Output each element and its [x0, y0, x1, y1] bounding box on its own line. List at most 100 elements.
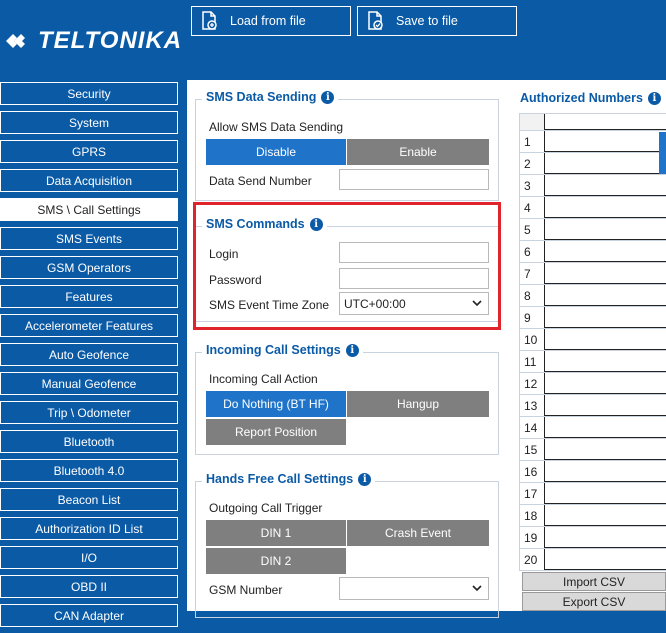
- row-number: 10: [520, 329, 544, 350]
- sidebar-item-system[interactable]: System: [0, 111, 178, 134]
- import-csv-button[interactable]: Import CSV: [522, 572, 666, 591]
- row-number: 20: [520, 549, 544, 570]
- load-from-file-button[interactable]: Load from file: [191, 6, 351, 36]
- number-cell[interactable]: [544, 307, 666, 328]
- number-cell[interactable]: [544, 329, 666, 350]
- sidebar-item-features[interactable]: Features: [0, 285, 178, 308]
- row-number: 7: [520, 263, 544, 284]
- authorized-numbers-title-text: Authorized Numbers: [520, 91, 643, 105]
- sidebar-nav: Security System GPRS Data Acquisition SM…: [0, 82, 178, 633]
- sidebar-item-auto-geofence[interactable]: Auto Geofence: [0, 343, 178, 366]
- report-position-option[interactable]: Report Position: [206, 419, 346, 445]
- number-cell[interactable]: [544, 439, 666, 460]
- number-cell[interactable]: [544, 197, 666, 218]
- gsm-number-select[interactable]: [339, 577, 489, 600]
- teltonika-logo: TELTONIKA: [4, 26, 182, 56]
- sidebar-item-security[interactable]: Security: [0, 82, 178, 105]
- row-number: 8: [520, 285, 544, 306]
- save-to-file-label: Save to file: [396, 14, 458, 28]
- table-row: 17: [520, 482, 666, 504]
- enable-option[interactable]: Enable: [347, 139, 489, 165]
- sidebar-item-trip-odometer[interactable]: Trip \ Odometer: [0, 401, 178, 424]
- table-row: 12: [520, 372, 666, 394]
- row-number: 5: [520, 219, 544, 240]
- number-cell[interactable]: [544, 219, 666, 240]
- number-cell[interactable]: [544, 505, 666, 526]
- number-cell[interactable]: [544, 483, 666, 504]
- number-cell[interactable]: [544, 527, 666, 548]
- export-csv-button[interactable]: Export CSV: [522, 592, 666, 611]
- do-nothing-option[interactable]: Do Nothing (BT HF): [206, 391, 346, 417]
- row-number: 15: [520, 439, 544, 460]
- number-cell[interactable]: [544, 153, 666, 174]
- load-from-file-label: Load from file: [230, 14, 306, 28]
- incoming-call-settings-title-text: Incoming Call Settings: [206, 343, 341, 357]
- sidebar-item-gsm-operators[interactable]: GSM Operators: [0, 256, 178, 279]
- sidebar-item-io[interactable]: I/O: [0, 546, 178, 569]
- chevron-down-icon: [472, 585, 482, 592]
- sidebar-item-gprs[interactable]: GPRS: [0, 140, 178, 163]
- table-row: 15: [520, 438, 666, 460]
- row-number: 9: [520, 307, 544, 328]
- hands-free-call-settings-title-text: Hands Free Call Settings: [206, 472, 354, 486]
- info-icon[interactable]: i: [647, 91, 661, 105]
- number-cell[interactable]: [544, 351, 666, 372]
- sidebar-item-sms-call-settings[interactable]: SMS \ Call Settings: [0, 198, 178, 221]
- row-number: 11: [520, 351, 544, 372]
- incoming-call-settings-title: Incoming Call Settings i: [202, 343, 363, 357]
- allow-sms-data-sending-label: Allow SMS Data Sending: [209, 120, 344, 134]
- disable-option[interactable]: Disable: [206, 139, 346, 165]
- sidebar-item-authorization-id-list[interactable]: Authorization ID List: [0, 517, 178, 540]
- hands-free-call-settings-group: Hands Free Call Settings i Outgoing Call…: [195, 472, 499, 618]
- sidebar-item-data-acquisition[interactable]: Data Acquisition: [0, 169, 178, 192]
- table-row: 19: [520, 526, 666, 548]
- sms-data-sending-group: SMS Data Sending i Allow SMS Data Sendin…: [195, 90, 499, 201]
- hangup-option[interactable]: Hangup: [347, 391, 489, 417]
- number-cell[interactable]: [544, 373, 666, 394]
- number-cell[interactable]: [544, 131, 666, 152]
- table-row: 3: [520, 174, 666, 196]
- row-number: 13: [520, 395, 544, 416]
- data-send-number-input[interactable]: [339, 169, 489, 190]
- sidebar-item-accelerometer-features[interactable]: Accelerometer Features: [0, 314, 178, 337]
- crash-event-option[interactable]: Crash Event: [347, 520, 489, 546]
- sidebar-item-manual-geofence[interactable]: Manual Geofence: [0, 372, 178, 395]
- hands-free-call-settings-title: Hands Free Call Settings i: [202, 472, 376, 486]
- number-cell[interactable]: [544, 549, 666, 570]
- number-cell[interactable]: [544, 285, 666, 306]
- number-cell[interactable]: [544, 461, 666, 482]
- row-number: 4: [520, 197, 544, 218]
- row-number: 3: [520, 175, 544, 196]
- info-icon[interactable]: i: [345, 343, 359, 357]
- sidebar-item-can-adapter[interactable]: CAN Adapter: [0, 604, 178, 627]
- table-header-cell: [544, 114, 666, 130]
- sidebar-item-beacon-list[interactable]: Beacon List: [0, 488, 178, 511]
- info-icon[interactable]: i: [358, 472, 372, 486]
- number-cell[interactable]: [544, 241, 666, 262]
- sms-commands-highlight: [193, 202, 501, 330]
- row-number: 1: [520, 131, 544, 152]
- number-cell[interactable]: [544, 263, 666, 284]
- teltonika-logo-icon: [6, 34, 25, 48]
- save-to-file-button[interactable]: Save to file: [357, 6, 517, 36]
- top-bar: TELTONIKA Load from file Save to file: [0, 0, 666, 80]
- number-cell[interactable]: [544, 175, 666, 196]
- table-scrollbar[interactable]: [659, 132, 666, 174]
- number-cell[interactable]: [544, 395, 666, 416]
- table-row: 20: [520, 548, 666, 570]
- sidebar-item-obd-ii[interactable]: OBD II: [0, 575, 178, 598]
- sidebar-item-bluetooth[interactable]: Bluetooth: [0, 430, 178, 453]
- sms-data-sending-title: SMS Data Sending i: [202, 90, 339, 104]
- table-row: 18: [520, 504, 666, 526]
- din1-option[interactable]: DIN 1: [206, 520, 346, 546]
- incoming-call-settings-group: Incoming Call Settings i Incoming Call A…: [195, 343, 499, 455]
- table-row: 13: [520, 394, 666, 416]
- sidebar-item-sms-events[interactable]: SMS Events: [0, 227, 178, 250]
- sidebar-item-bluetooth-4[interactable]: Bluetooth 4.0: [0, 459, 178, 482]
- table-row: 14: [520, 416, 666, 438]
- din2-option[interactable]: DIN 2: [206, 548, 346, 574]
- row-number: 17: [520, 483, 544, 504]
- authorized-numbers-panel: Authorized Numbers i 1 2 3 4 5 6 7 8 9 1…: [512, 80, 666, 611]
- number-cell[interactable]: [544, 417, 666, 438]
- info-icon[interactable]: i: [321, 90, 335, 104]
